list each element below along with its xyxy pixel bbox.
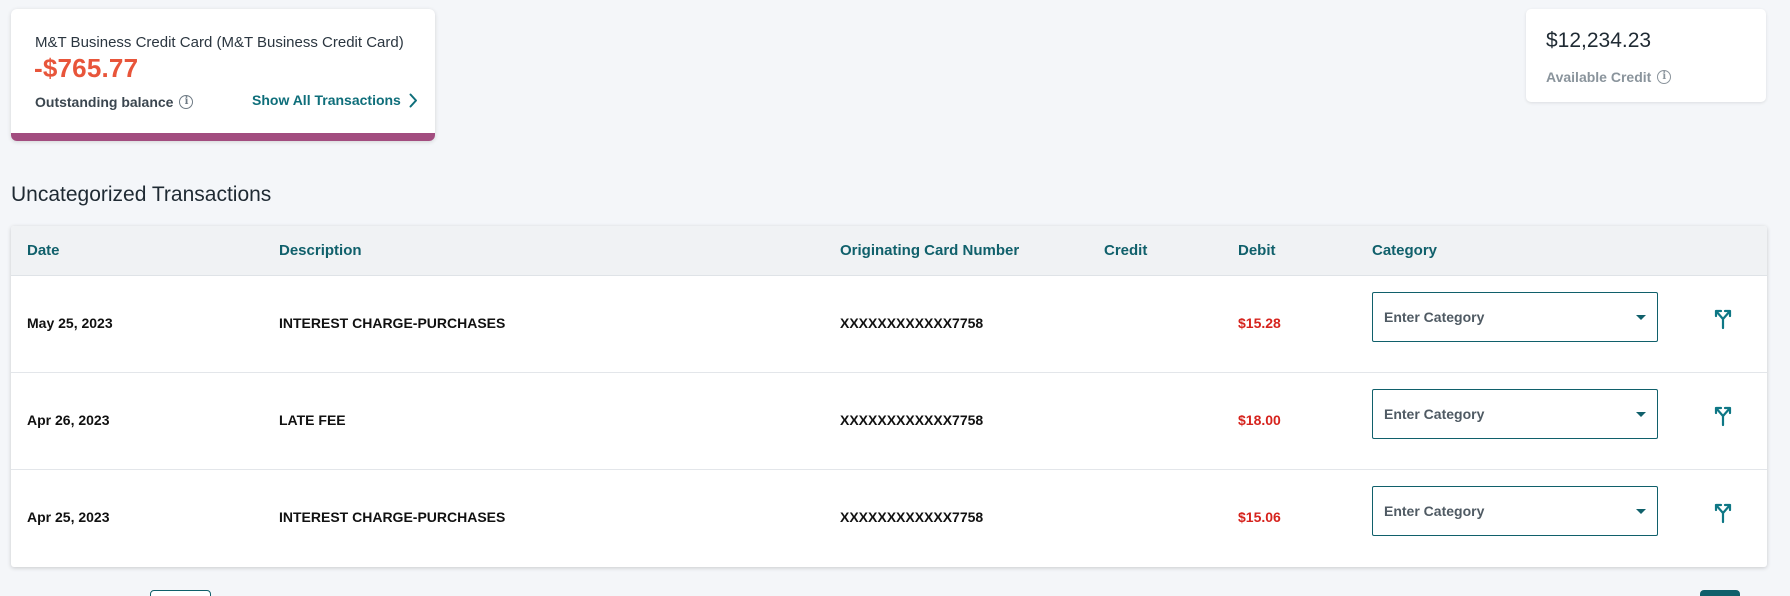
show-all-transactions-link[interactable]: Show All Transactions bbox=[252, 92, 418, 108]
caret-down-icon bbox=[1636, 412, 1646, 417]
table-row: Apr 25, 2023 INTEREST CHARGE-PURCHASES X… bbox=[11, 470, 1767, 567]
transactions-table: Date Description Originating Card Number… bbox=[11, 226, 1767, 567]
row-card-number: XXXXXXXXXXXX7758 bbox=[840, 315, 984, 331]
page: M&T Business Credit Card (M&T Business C… bbox=[0, 0, 1790, 596]
table-row: May 25, 2023 INTEREST CHARGE-PURCHASES X… bbox=[11, 276, 1767, 373]
column-header-description[interactable]: Description bbox=[279, 242, 362, 259]
rows-per-page-select[interactable] bbox=[150, 590, 211, 596]
split-transaction-icon[interactable] bbox=[1711, 306, 1735, 330]
account-card: M&T Business Credit Card (M&T Business C… bbox=[11, 9, 435, 141]
show-all-transactions-label: Show All Transactions bbox=[252, 92, 401, 108]
row-date: Apr 26, 2023 bbox=[27, 412, 110, 428]
available-credit-card: $12,234.23 Available Credit i bbox=[1526, 9, 1766, 102]
category-placeholder: Enter Category bbox=[1384, 503, 1485, 519]
available-credit-label: Available Credit i bbox=[1546, 69, 1672, 85]
column-header-date[interactable]: Date bbox=[27, 242, 60, 259]
available-credit-amount: $12,234.23 bbox=[1546, 29, 1652, 52]
column-header-credit[interactable]: Credit bbox=[1104, 242, 1147, 259]
account-balance: -$765.77 bbox=[34, 53, 139, 83]
column-header-category[interactable]: Category bbox=[1372, 242, 1437, 259]
category-placeholder: Enter Category bbox=[1384, 406, 1485, 422]
info-icon[interactable]: i bbox=[179, 95, 194, 109]
table-header: Date Description Originating Card Number… bbox=[11, 226, 1767, 276]
row-debit: $18.00 bbox=[1238, 412, 1281, 428]
row-description: INTEREST CHARGE-PURCHASES bbox=[279, 315, 506, 331]
account-name: M&T Business Credit Card (M&T Business C… bbox=[35, 34, 404, 51]
info-icon[interactable]: i bbox=[1657, 70, 1672, 84]
column-header-card-number[interactable]: Originating Card Number bbox=[840, 242, 1019, 259]
section-title: Uncategorized Transactions bbox=[11, 183, 272, 206]
row-date: May 25, 2023 bbox=[27, 315, 113, 331]
caret-down-icon bbox=[1636, 509, 1646, 514]
caret-down-icon bbox=[1636, 315, 1646, 320]
category-placeholder: Enter Category bbox=[1384, 309, 1485, 325]
table-row: Apr 26, 2023 LATE FEE XXXXXXXXXXXX7758 $… bbox=[11, 373, 1767, 470]
outstanding-balance-text: Outstanding balance bbox=[35, 94, 174, 110]
row-card-number: XXXXXXXXXXXX7758 bbox=[840, 412, 984, 428]
row-description: LATE FEE bbox=[279, 412, 346, 428]
pagination-button[interactable] bbox=[1700, 590, 1740, 596]
available-credit-text: Available Credit bbox=[1546, 69, 1652, 85]
column-header-debit[interactable]: Debit bbox=[1238, 242, 1276, 259]
split-transaction-icon[interactable] bbox=[1711, 403, 1735, 427]
row-card-number: XXXXXXXXXXXX7758 bbox=[840, 509, 984, 525]
row-debit: $15.28 bbox=[1238, 315, 1281, 331]
row-description: INTEREST CHARGE-PURCHASES bbox=[279, 509, 506, 525]
row-date: Apr 25, 2023 bbox=[27, 509, 110, 525]
chevron-right-icon bbox=[409, 93, 417, 107]
outstanding-balance-label: Outstanding balance i bbox=[35, 94, 194, 110]
category-select[interactable]: Enter Category bbox=[1372, 486, 1658, 536]
account-accent-bar bbox=[11, 133, 435, 141]
split-transaction-icon[interactable] bbox=[1711, 500, 1735, 524]
category-select[interactable]: Enter Category bbox=[1372, 389, 1658, 439]
row-debit: $15.06 bbox=[1238, 509, 1281, 525]
category-select[interactable]: Enter Category bbox=[1372, 292, 1658, 342]
